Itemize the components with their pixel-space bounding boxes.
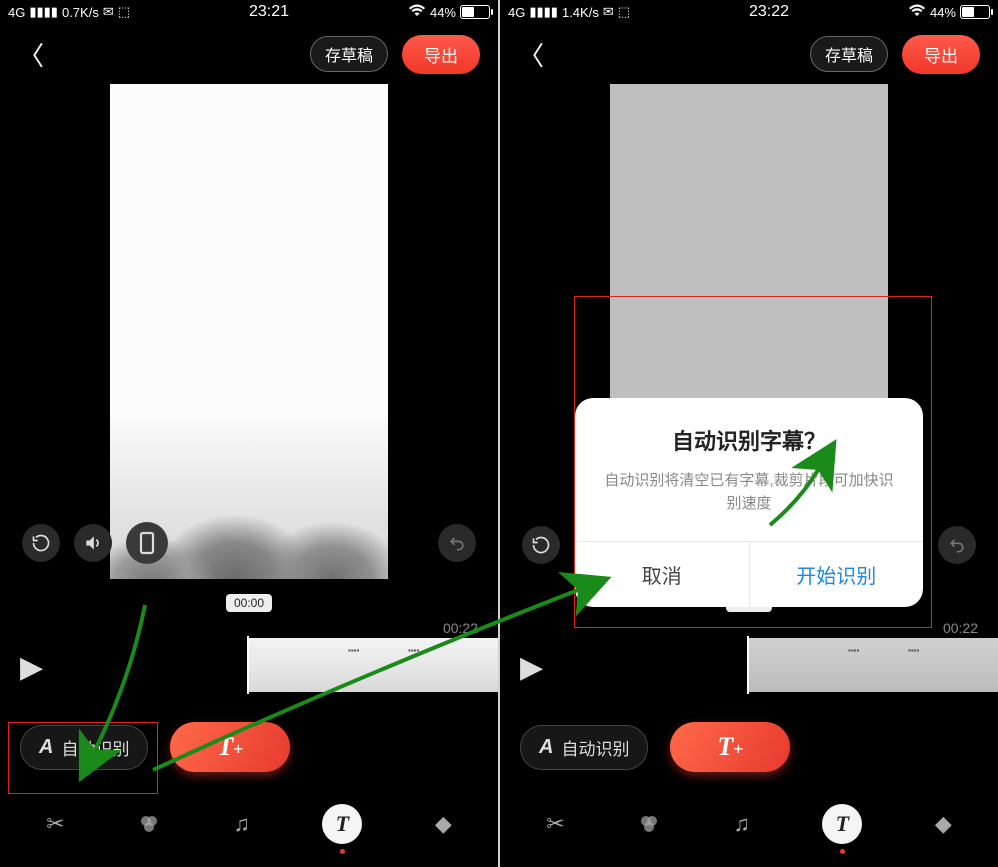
network-label: 4G: [508, 5, 525, 20]
auto-subtitle-dialog: 自动识别字幕？ 自动识别将清空已有字幕,裁剪片段可加快识别速度 取消 开始识别: [575, 398, 923, 607]
top-bar: 〈 存草稿 导出: [500, 24, 998, 84]
video-track[interactable]: ▪▪▪▪ ▪▪▪▪: [248, 638, 498, 692]
top-bar: 〈 存草稿 导出: [0, 24, 498, 84]
wifi-icon: [408, 4, 426, 20]
bottom-nav: ✂ ♫ T ◆: [0, 790, 498, 856]
play-button[interactable]: ▶: [20, 650, 43, 685]
duration-label: 00:22: [943, 620, 978, 636]
preview-area: 自动识别字幕？ 自动识别将清空已有字幕,裁剪片段可加快识别速度 取消 开始识别: [500, 84, 998, 594]
dialog-body: 自动识别将清空已有字幕,裁剪片段可加快识别速度: [575, 470, 923, 541]
dialog-confirm-button[interactable]: 开始识别: [750, 542, 924, 607]
nav-text[interactable]: T: [322, 804, 362, 844]
auto-recognize-button[interactable]: A 自动识别: [520, 725, 648, 770]
timeline[interactable]: 00:00 00:22 ▶ ▪▪▪▪ ▪▪▪▪: [500, 594, 998, 704]
nav-sticker[interactable]: ◆: [935, 811, 952, 837]
auto-recognize-button[interactable]: A 自动识别: [20, 725, 148, 770]
wifi-icon: [908, 4, 926, 20]
bottom-nav: ✂ ♫ T ◆: [500, 790, 998, 856]
text-a-icon: A: [39, 736, 53, 759]
nav-cut[interactable]: ✂: [546, 811, 564, 837]
nav-cut[interactable]: ✂: [46, 811, 64, 837]
timeline[interactable]: 00:00 00:22 ▶ ▪▪▪▪ ▪▪▪▪: [0, 594, 498, 704]
app-icon: ⬚: [118, 4, 130, 20]
dialog-cancel-button[interactable]: 取消: [575, 542, 750, 607]
network-label: 4G: [8, 5, 25, 20]
play-button[interactable]: ▶: [520, 650, 543, 685]
clock-label: 23:22: [630, 3, 908, 21]
battery-pct: 44%: [930, 5, 956, 20]
app-icon: ⬚: [618, 4, 630, 20]
speed-label: 1.4K/s: [562, 5, 599, 20]
rotate-button[interactable]: [522, 526, 560, 564]
tool-row: A 自动识别 T+: [0, 704, 498, 790]
signal-icon: ▮▮▮▮: [29, 4, 58, 20]
back-button[interactable]: 〈: [518, 36, 544, 73]
wechat-icon: ✉: [103, 4, 114, 20]
auto-recognize-label: 自动识别: [561, 735, 629, 760]
battery-pct: 44%: [430, 5, 456, 20]
nav-filter[interactable]: [637, 812, 661, 836]
export-button[interactable]: 导出: [402, 35, 480, 74]
volume-button[interactable]: [74, 524, 112, 562]
video-canvas[interactable]: [110, 84, 388, 579]
phone-right: 4G ▮▮▮▮ 1.4K/s ✉ ⬚ 23:22 44% 〈 存草稿 导出: [500, 0, 998, 867]
clock-label: 23:21: [130, 3, 408, 21]
aspect-button[interactable]: [126, 522, 168, 564]
playhead-time: 00:00: [226, 594, 272, 612]
nav-sticker[interactable]: ◆: [435, 811, 452, 837]
wechat-icon: ✉: [603, 4, 614, 20]
signal-icon: ▮▮▮▮: [529, 4, 558, 20]
undo-button[interactable]: [438, 524, 476, 562]
rotate-button[interactable]: [22, 524, 60, 562]
auto-recognize-label: 自动识别: [61, 735, 129, 760]
back-button[interactable]: 〈: [18, 36, 44, 73]
status-bar: 4G ▮▮▮▮ 1.4K/s ✉ ⬚ 23:22 44%: [500, 0, 998, 24]
t-plus-icon: T+: [217, 732, 243, 762]
nav-text[interactable]: T: [822, 804, 862, 844]
duration-label: 00:22: [443, 620, 478, 636]
phone-left: 4G ▮▮▮▮ 0.7K/s ✉ ⬚ 23:21 44% 〈 存草稿 导出: [0, 0, 498, 867]
battery-icon: [460, 5, 490, 19]
add-text-button[interactable]: T+: [170, 722, 290, 772]
video-track[interactable]: ▪▪▪▪ ▪▪▪▪: [748, 638, 998, 692]
nav-filter[interactable]: [137, 812, 161, 836]
preview-area: [0, 84, 498, 594]
text-a-icon: A: [539, 736, 553, 759]
t-plus-icon: T+: [717, 732, 743, 762]
undo-button[interactable]: [938, 526, 976, 564]
tool-row: A 自动识别 T+: [500, 704, 998, 790]
export-button[interactable]: 导出: [902, 35, 980, 74]
speed-label: 0.7K/s: [62, 5, 99, 20]
nav-music[interactable]: ♫: [233, 811, 250, 837]
dialog-title: 自动识别字幕？: [575, 398, 923, 470]
status-bar: 4G ▮▮▮▮ 0.7K/s ✉ ⬚ 23:21 44%: [0, 0, 498, 24]
save-draft-button[interactable]: 存草稿: [310, 36, 388, 72]
add-text-button[interactable]: T+: [670, 722, 790, 772]
save-draft-button[interactable]: 存草稿: [810, 36, 888, 72]
battery-icon: [960, 5, 990, 19]
nav-music[interactable]: ♫: [733, 811, 750, 837]
